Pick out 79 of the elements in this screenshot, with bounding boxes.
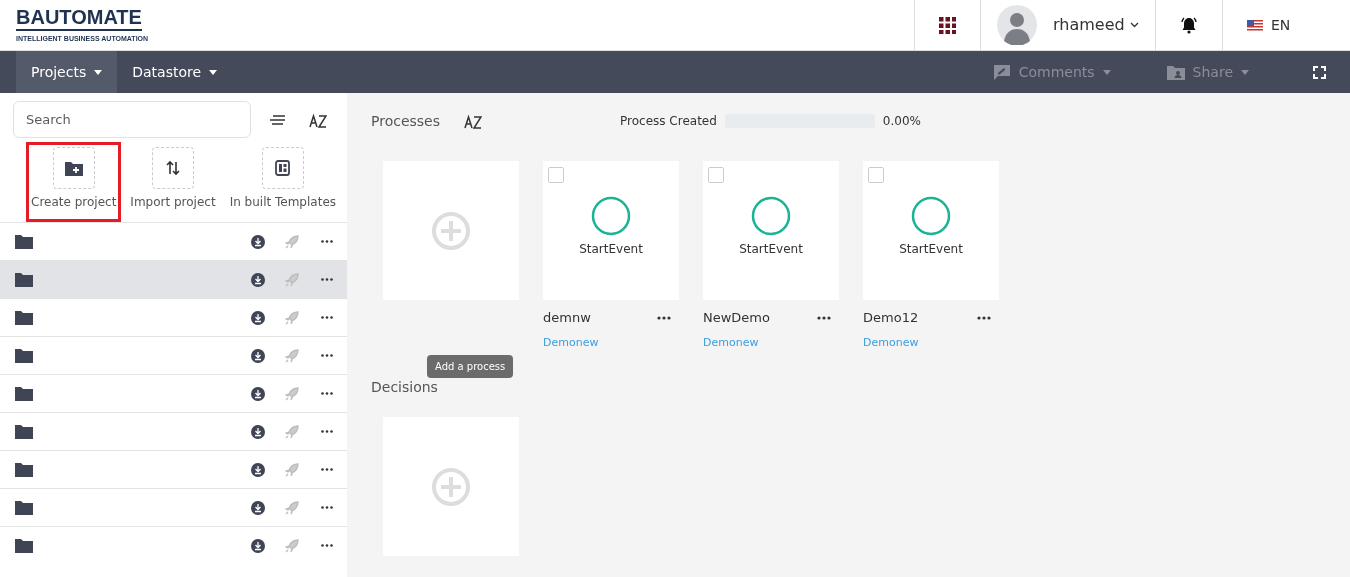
more-icon[interactable] <box>321 430 333 433</box>
checkbox[interactable] <box>868 167 884 183</box>
process-name[interactable]: demnw <box>543 308 591 328</box>
event-label: StartEvent <box>739 240 803 258</box>
folder-icon <box>15 386 33 401</box>
checkbox[interactable] <box>708 167 724 183</box>
more-icon[interactable] <box>657 315 671 320</box>
language-label[interactable]: EN <box>1271 14 1291 36</box>
caret-icon <box>209 70 218 75</box>
process-name[interactable]: Demo12 <box>863 308 919 328</box>
folder-icon <box>15 538 33 553</box>
more-icon[interactable] <box>321 278 333 281</box>
avatar-icon[interactable] <box>997 5 1037 45</box>
folder-plus-icon <box>64 160 83 176</box>
download-icon[interactable] <box>251 348 265 363</box>
folder-icon <box>15 348 33 363</box>
project-action-button[interactable]: In built Templates <box>224 142 342 222</box>
project-row[interactable] <box>0 260 347 298</box>
folder-user-icon <box>1166 64 1185 80</box>
more-icon[interactable] <box>817 315 831 320</box>
download-icon[interactable] <box>251 310 265 325</box>
more-icon[interactable] <box>321 316 333 319</box>
download-icon[interactable] <box>251 234 265 249</box>
section-title: Decisions <box>371 377 438 397</box>
progress-reading: 0.00% <box>882 113 921 130</box>
user-name[interactable]: rhameed <box>1053 13 1125 37</box>
tooltip: Add a process <box>427 355 514 378</box>
folder-icon <box>15 234 33 249</box>
more-icon[interactable] <box>321 506 333 509</box>
download-icon[interactable] <box>251 462 265 477</box>
start-event-icon <box>751 195 791 236</box>
nav-menu[interactable]: Projects <box>16 51 118 93</box>
checkbox[interactable] <box>548 167 564 183</box>
template-icon <box>274 160 291 176</box>
folder-icon <box>15 424 33 439</box>
folder-icon <box>15 310 33 325</box>
caret-icon <box>1241 69 1249 75</box>
process-card[interactable]: StartEvent <box>543 161 679 300</box>
arrows-up-down-icon <box>166 160 180 176</box>
bell-icon[interactable] <box>1180 16 1198 34</box>
process-card[interactable]: StartEvent <box>703 161 839 300</box>
search-field[interactable]: Search <box>13 101 251 138</box>
more-icon[interactable] <box>321 392 333 395</box>
apps-grid-icon[interactable] <box>939 16 956 34</box>
start-event-icon <box>591 195 631 236</box>
lines-icon[interactable] <box>270 114 285 125</box>
download-icon[interactable] <box>251 500 265 515</box>
project-action-button[interactable]: Import project <box>125 142 221 222</box>
logo-title: BAUTOMATE <box>16 6 142 32</box>
section-title: Processes <box>371 111 440 131</box>
folder-icon <box>15 462 33 477</box>
more-icon[interactable] <box>321 354 333 357</box>
caret-icon <box>94 70 103 75</box>
event-label: StartEvent <box>579 240 643 258</box>
progress-label: Process Created <box>620 113 717 130</box>
download-icon[interactable] <box>251 272 265 287</box>
process-card[interactable]: StartEvent <box>863 161 999 300</box>
more-icon[interactable] <box>977 315 991 320</box>
more-icon[interactable] <box>321 240 333 243</box>
download-icon[interactable] <box>251 424 265 439</box>
comment-icon <box>992 64 1011 80</box>
nav-menu[interactable]: Datastore <box>117 51 233 93</box>
sort-az-icon[interactable] <box>464 112 482 130</box>
more-icon[interactable] <box>321 468 333 471</box>
caret-icon <box>1102 69 1111 75</box>
start-event-icon <box>911 195 951 236</box>
flag-icon[interactable] <box>1247 19 1263 31</box>
add-icon <box>431 210 471 251</box>
folder-icon <box>15 272 33 287</box>
more-icon[interactable] <box>321 544 333 547</box>
chevron-icon[interactable] <box>1130 22 1139 28</box>
process-name[interactable]: NewDemo <box>703 308 770 328</box>
download-icon[interactable] <box>251 386 265 401</box>
event-label: StartEvent <box>899 240 963 258</box>
download-icon[interactable] <box>251 538 265 553</box>
add-icon <box>431 466 471 507</box>
folder-icon <box>15 500 33 515</box>
fullscreen-icon[interactable] <box>1313 65 1326 79</box>
project-action-button[interactable]: Create project <box>26 142 122 222</box>
